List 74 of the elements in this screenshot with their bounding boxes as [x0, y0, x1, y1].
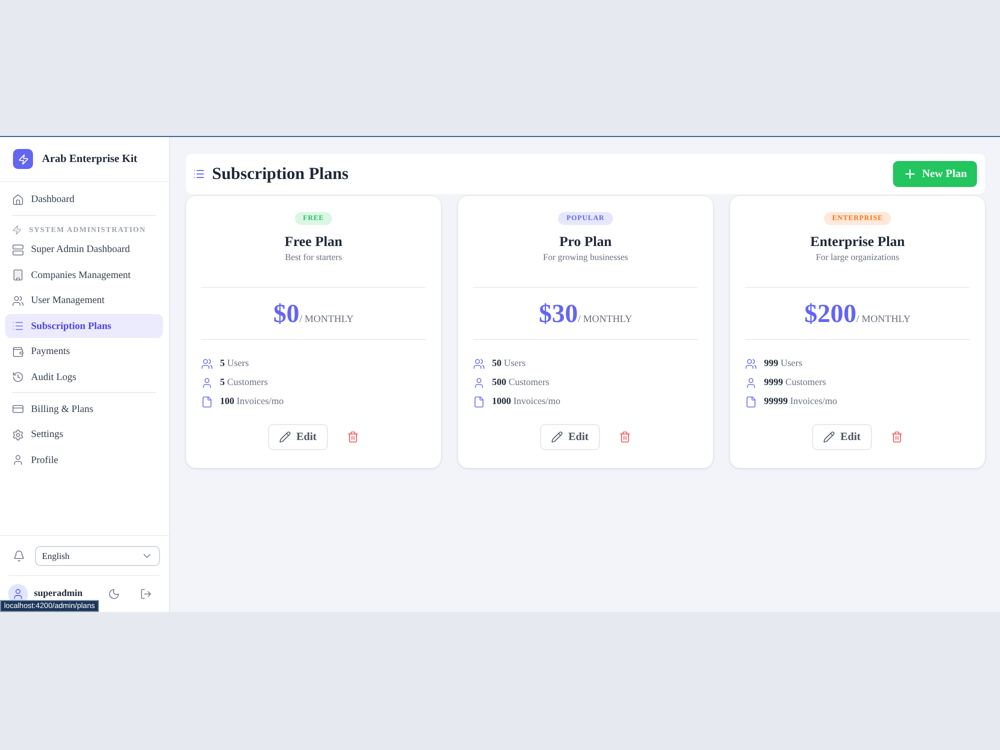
- edit-button[interactable]: Edit: [540, 424, 600, 450]
- lightning-logo-icon: [13, 149, 33, 169]
- document-icon: [473, 396, 485, 408]
- theme-toggle-button[interactable]: [108, 588, 120, 600]
- feature-text: 5 Users: [220, 359, 249, 369]
- plan-price: $30: [538, 299, 578, 329]
- billing-period: / MONTHLY: [299, 314, 354, 325]
- logout-icon: [140, 588, 152, 600]
- edit-button[interactable]: Edit: [812, 424, 872, 450]
- feature-text: 500 Customers: [492, 378, 550, 388]
- delete-button[interactable]: [618, 431, 631, 443]
- plus-icon: [903, 167, 918, 181]
- brand-name: Arab Enterprise Kit: [42, 153, 138, 165]
- history-icon: [12, 371, 24, 383]
- user-icon: [201, 377, 213, 389]
- user-icon: [12, 454, 24, 466]
- sidebar-item[interactable]: Subscription Plans: [5, 314, 163, 338]
- plan-name: Free Plan: [284, 235, 342, 251]
- sidebar-item[interactable]: Payments: [5, 340, 163, 364]
- plan-name: Pro Plan: [559, 235, 612, 251]
- sidebar-item[interactable]: Billing & Plans: [5, 397, 163, 421]
- document-icon: [745, 396, 757, 408]
- feature-text: 100 Invoices/mo: [220, 397, 284, 407]
- feature-text: 5 Customers: [220, 378, 268, 388]
- plan-price: $0: [273, 299, 300, 329]
- pencil-icon: [551, 431, 564, 443]
- lightning-icon: [12, 224, 22, 234]
- notifications-button[interactable]: [13, 550, 25, 562]
- pencil-icon: [823, 431, 836, 443]
- edit-button[interactable]: Edit: [268, 424, 328, 450]
- wallet-icon: [12, 346, 24, 358]
- credit-card-icon: [12, 403, 24, 415]
- sidebar-item[interactable]: Profile: [5, 448, 163, 472]
- pencil-icon: [279, 431, 292, 443]
- settings-icon: [12, 428, 24, 440]
- server-icon: [12, 244, 24, 256]
- sidebar-item[interactable]: Companies Management: [5, 263, 163, 287]
- building-icon: [12, 269, 24, 281]
- sidebar-item[interactable]: User Management: [5, 288, 163, 312]
- sidebar-item[interactable]: Super Admin Dashboard: [5, 238, 163, 262]
- feature-text: 50 Users: [492, 359, 526, 369]
- delete-button[interactable]: [346, 431, 359, 443]
- page-title: Subscription Plans: [212, 164, 349, 184]
- delete-button[interactable]: [890, 431, 903, 443]
- plan-description: Best for starters: [285, 251, 342, 263]
- trash-icon: [618, 431, 631, 443]
- feature-text: 999 Users: [764, 359, 802, 369]
- language-select[interactable]: English: [35, 546, 160, 566]
- feature-text: 9999 Customers: [764, 378, 826, 388]
- users-icon: [201, 358, 213, 370]
- feature-text: 99999 Invoices/mo: [764, 397, 838, 407]
- billing-period: / MONTHLY: [856, 314, 911, 325]
- plan-name: Enterprise Plan: [810, 235, 905, 251]
- trash-icon: [890, 431, 903, 443]
- user-icon: [473, 377, 485, 389]
- plan-description: For growing businesses: [543, 251, 628, 263]
- plan-price: $200: [804, 299, 856, 329]
- users-icon: [12, 294, 24, 306]
- plan-description: For large organizations: [816, 251, 900, 263]
- user-name: superadmin: [34, 589, 84, 599]
- home-icon: [12, 194, 24, 206]
- billing-period: / MONTHLY: [578, 314, 632, 325]
- users-icon: [473, 358, 485, 370]
- logout-button[interactable]: [140, 588, 152, 600]
- user-icon: [745, 377, 757, 389]
- bell-icon: [13, 550, 25, 562]
- sidebar-item[interactable]: Settings: [5, 422, 163, 446]
- sidebar-item[interactable]: Audit Logs: [5, 365, 163, 389]
- trash-icon: [346, 431, 359, 443]
- users-icon: [745, 358, 757, 370]
- moon-icon: [108, 588, 120, 600]
- feature-text: 1000 Invoices/mo: [492, 397, 560, 407]
- sidebar-item[interactable]: Dashboard: [5, 188, 163, 212]
- document-icon: [201, 396, 213, 408]
